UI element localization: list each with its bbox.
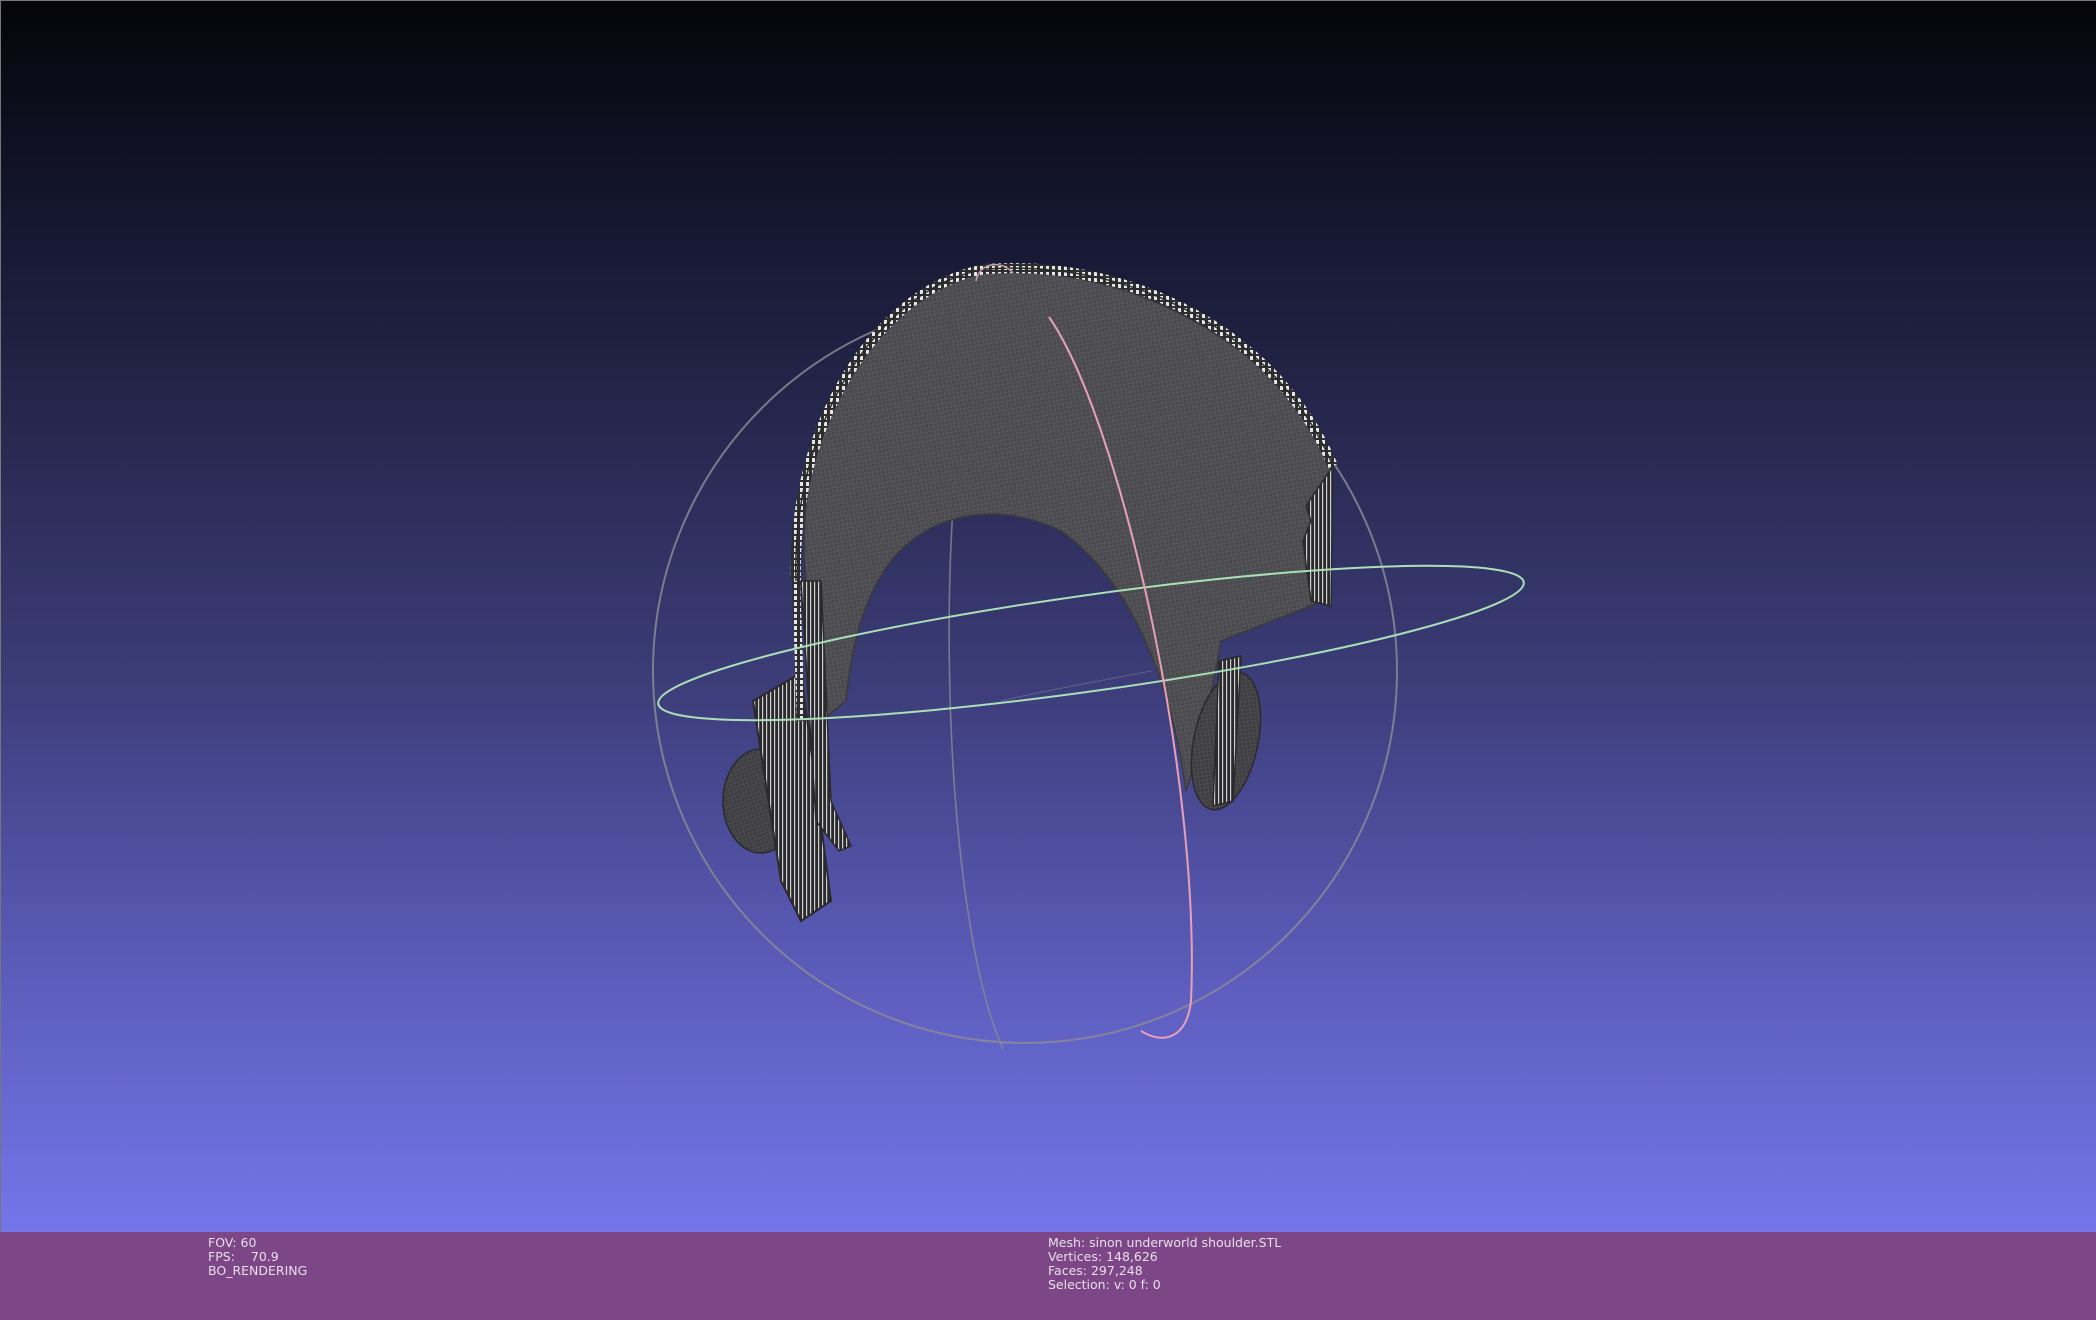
faces-value: 297,248 (1090, 1263, 1143, 1278)
3d-viewport[interactable] (0, 0, 2096, 1232)
fps-label: FPS: (208, 1249, 235, 1264)
selection-value: v: 0 f: 0 (1113, 1277, 1161, 1292)
fov-label: FOV: (208, 1235, 237, 1250)
mesh-row: Mesh: sinon underworld shoulder.STL (1048, 1236, 1281, 1250)
vertices-row: Vertices: 148,626 (1048, 1250, 1281, 1264)
fov-value: 60 (240, 1235, 257, 1250)
trackball-equator (657, 564, 1525, 722)
status-bar: FOV: 60 FPS: 70.9 BO_RENDERING Mesh: sino… (0, 1232, 2096, 1320)
fov-row: FOV: 60 (208, 1236, 307, 1250)
vertices-label: Vertices: (1048, 1249, 1103, 1264)
faces-label: Faces: (1048, 1263, 1087, 1278)
left-arm-edge (792, 580, 805, 722)
viewer-info: FOV: 60 FPS: 70.9 BO_RENDERING (208, 1236, 307, 1278)
selection-label: Selection: (1048, 1277, 1110, 1292)
fps-value: 70.9 (250, 1249, 279, 1264)
mesh-label: Mesh: (1048, 1235, 1086, 1250)
mesh-name: sinon underworld shoulder.STL (1089, 1235, 1282, 1250)
selection-row: Selection: v: 0 f: 0 (1048, 1278, 1281, 1292)
mesh-info: Mesh: sinon underworld shoulder.STL Vert… (1048, 1236, 1281, 1292)
fps-row: FPS: 70.9 (208, 1250, 307, 1264)
faces-row: Faces: 297,248 (1048, 1264, 1281, 1278)
vertices-value: 148,626 (1106, 1249, 1158, 1264)
scene-canvas[interactable] (1, 1, 2096, 1232)
render-mode: BO_RENDERING (208, 1263, 308, 1278)
